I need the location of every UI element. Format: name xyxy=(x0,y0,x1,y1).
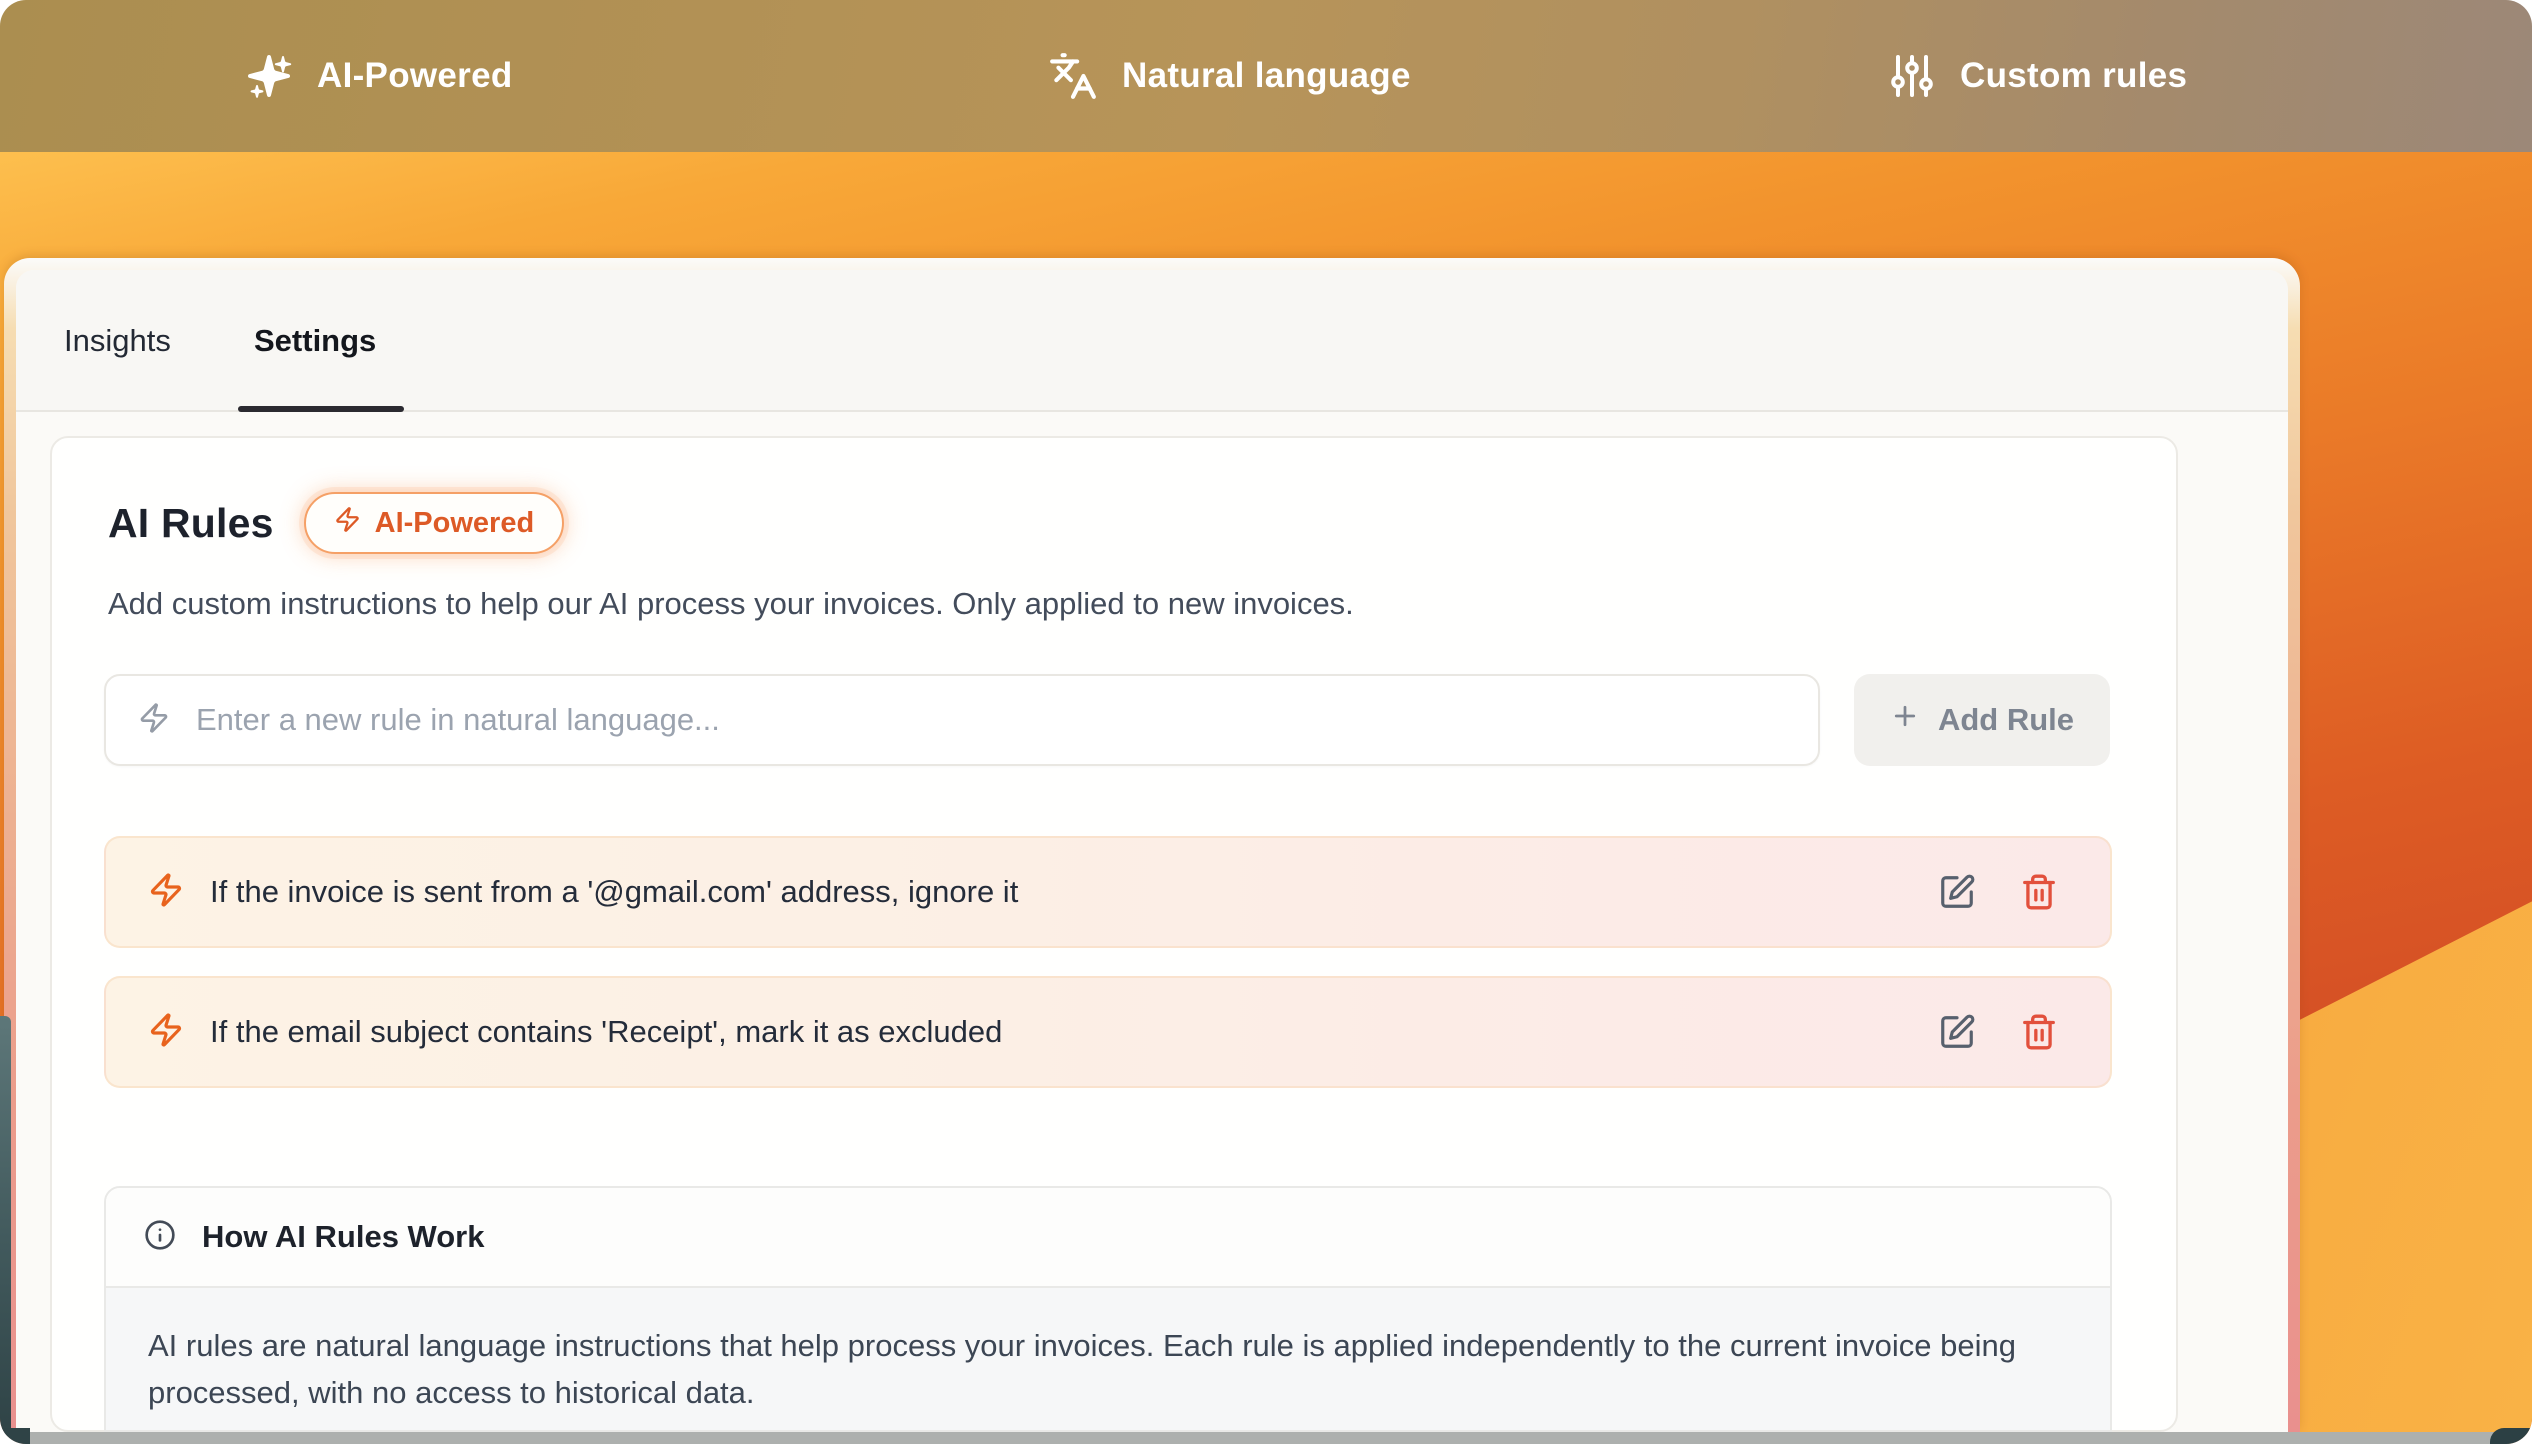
feature-label: AI-Powered xyxy=(317,56,513,96)
edit-icon xyxy=(1938,1013,1976,1051)
info-box-title: How AI Rules Work xyxy=(202,1219,484,1255)
feature-custom-rules: Custom rules xyxy=(1888,0,2187,152)
edit-rule-button[interactable] xyxy=(1938,873,1976,911)
feature-banner: AI-Powered Natural language Custom rules xyxy=(0,0,2532,152)
delete-rule-button[interactable] xyxy=(2020,1013,2058,1051)
page-title: AI Rules xyxy=(108,500,274,547)
add-rule-button[interactable]: Add Rule xyxy=(1854,674,2110,766)
delete-rule-button[interactable] xyxy=(2020,873,2058,911)
rule-input-wrapper xyxy=(104,674,1820,766)
edit-icon xyxy=(1938,873,1976,911)
zap-icon xyxy=(334,506,361,541)
card-description: Add custom instructions to help our AI p… xyxy=(108,586,1354,622)
zap-icon xyxy=(148,1012,184,1053)
info-icon xyxy=(144,1219,176,1256)
active-tab-underline xyxy=(238,406,404,412)
add-rule-label: Add Rule xyxy=(1938,702,2074,738)
trash-icon xyxy=(2020,1013,2058,1051)
rule-row: If the email subject contains 'Receipt',… xyxy=(104,976,2112,1088)
info-box-text: AI rules are natural language instructio… xyxy=(148,1322,2048,1416)
new-rule-input[interactable] xyxy=(196,702,1786,738)
sparkles-icon xyxy=(245,52,293,100)
info-box: How AI Rules Work AI rules are natural l… xyxy=(104,1186,2112,1432)
wallpaper-teal-corner-right xyxy=(2490,1428,2532,1444)
rule-text: If the email subject contains 'Receipt',… xyxy=(210,1014,1912,1050)
wallpaper-teal-sliver xyxy=(0,1016,11,1436)
tab-insights-label: Insights xyxy=(64,323,171,359)
rule-text: If the invoice is sent from a '@gmail.co… xyxy=(210,874,1912,910)
tab-insights[interactable]: Insights xyxy=(64,270,171,412)
screen-bottom-edge xyxy=(0,1432,2532,1444)
app-window: Insights Settings AI Rules xyxy=(4,258,2300,1432)
badge-label: AI-Powered xyxy=(375,507,535,540)
feature-ai-powered: AI-Powered xyxy=(245,0,513,152)
edit-rule-button[interactable] xyxy=(1938,1013,1976,1051)
screenshot-canvas: AI-Powered Natural language Custom rules xyxy=(0,0,2532,1444)
feature-label: Natural language xyxy=(1122,56,1411,96)
tab-bar: Insights Settings xyxy=(16,270,2288,412)
info-box-body: AI rules are natural language instructio… xyxy=(106,1288,2110,1432)
ai-rules-card: AI Rules AI-Powered Add custom instructi… xyxy=(50,436,2178,1432)
info-box-header: How AI Rules Work xyxy=(106,1188,2110,1288)
rule-row: If the invoice is sent from a '@gmail.co… xyxy=(104,836,2112,948)
trash-icon xyxy=(2020,873,2058,911)
feature-label: Custom rules xyxy=(1960,56,2187,96)
feature-natural-language: Natural language xyxy=(1048,0,1411,152)
zap-icon xyxy=(148,872,184,913)
ai-powered-badge: AI-Powered xyxy=(304,492,565,554)
sliders-icon xyxy=(1888,52,1936,100)
plus-icon xyxy=(1890,701,1920,739)
app-window-content: Insights Settings AI Rules xyxy=(16,270,2288,1432)
zap-icon xyxy=(138,702,170,739)
tab-settings-label: Settings xyxy=(254,323,376,359)
languages-icon xyxy=(1048,51,1098,101)
tab-settings[interactable]: Settings xyxy=(254,270,376,412)
